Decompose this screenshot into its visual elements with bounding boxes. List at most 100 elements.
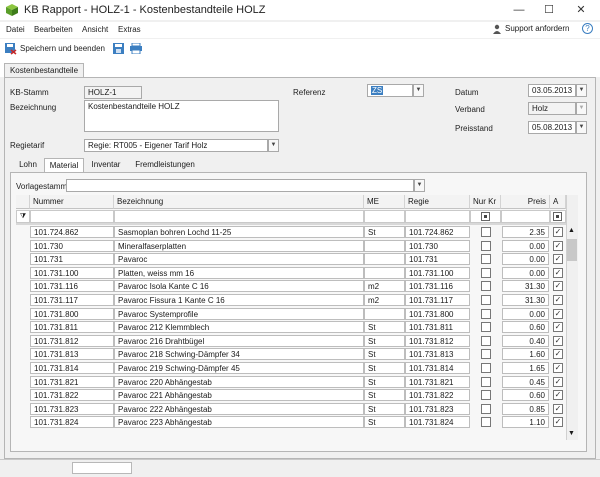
nur-kr-checkbox[interactable]	[481, 349, 491, 359]
cell-preis[interactable]: 0.60	[502, 321, 549, 333]
cell-regie[interactable]: 101.731.813	[405, 348, 470, 360]
cell-nummer[interactable]: 101.731	[30, 253, 114, 265]
cell-bezeichnung[interactable]: Pavaroc 219 Schwing-Dämpfer 45	[114, 362, 364, 374]
cell-nummer[interactable]: 101.731.116	[30, 280, 114, 292]
cell-bezeichnung[interactable]: Pavaroc 218 Schwing-Dämpfer 34	[114, 348, 364, 360]
cell-bezeichnung[interactable]: Pavaroc	[114, 253, 364, 265]
preisstand-dropdown-icon[interactable]: ▼	[576, 121, 587, 134]
print-icon[interactable]	[130, 43, 142, 54]
a-checkbox-checked[interactable]: ✓	[553, 295, 563, 305]
col-bezeichnung[interactable]: Bezeichnung	[114, 195, 364, 209]
cell-me[interactable]	[364, 253, 405, 265]
cell-regie[interactable]: 101.731.823	[405, 403, 470, 415]
cell-nummer[interactable]: 101.731.800	[30, 308, 114, 320]
a-checkbox-checked[interactable]: ✓	[553, 322, 563, 332]
filter-preis[interactable]	[501, 210, 550, 223]
cell-bezeichnung[interactable]: Pavaroc Systemprofile	[114, 308, 364, 320]
cell-nummer[interactable]: 101.731.813	[30, 348, 114, 360]
scrollbar-thumb[interactable]	[567, 239, 577, 261]
cell-regie[interactable]: 101.731.812	[405, 335, 470, 347]
help-icon[interactable]: ?	[582, 23, 593, 34]
cell-preis[interactable]: 31.30	[502, 294, 549, 306]
nur-kr-checkbox[interactable]	[481, 254, 491, 264]
save-icon[interactable]	[113, 43, 124, 54]
nur-kr-checkbox[interactable]	[481, 363, 491, 373]
cell-me[interactable]	[364, 308, 405, 320]
cell-bezeichnung[interactable]: Mineralfaserplatten	[114, 240, 364, 252]
cell-regie[interactable]: 101.731.821	[405, 376, 470, 388]
nur-kr-checkbox[interactable]	[481, 417, 491, 427]
cell-preis[interactable]: 0.00	[502, 267, 549, 279]
datum-field[interactable]: 03.05.2013	[528, 84, 576, 97]
cell-me[interactable]: m2	[364, 294, 405, 306]
cell-regie[interactable]: 101.731.814	[405, 362, 470, 374]
nur-kr-checkbox[interactable]	[481, 336, 491, 346]
cell-me[interactable]	[364, 267, 405, 279]
cell-preis[interactable]: 0.40	[502, 335, 549, 347]
nur-kr-checkbox[interactable]	[481, 241, 491, 251]
cell-me[interactable]: St	[364, 389, 405, 401]
cell-me[interactable]: St	[364, 348, 405, 360]
support-link[interactable]: Support anfordern	[505, 24, 570, 33]
cell-preis[interactable]: 31.30	[502, 280, 549, 292]
maximize-button[interactable]: ☐	[536, 2, 562, 18]
a-checkbox-checked[interactable]: ✓	[553, 336, 563, 346]
cell-preis[interactable]: 0.45	[502, 376, 549, 388]
cell-nummer[interactable]: 101.724.862	[30, 226, 114, 238]
cell-me[interactable]: St	[364, 226, 405, 238]
tab-kostenbestandteile[interactable]: Kostenbestandteile	[4, 63, 84, 78]
a-checkbox-checked[interactable]: ✓	[553, 390, 563, 400]
cell-regie[interactable]: 101.730	[405, 240, 470, 252]
filter-a[interactable]	[550, 210, 566, 223]
cell-bezeichnung[interactable]: Pavaroc 216 Drahtbügel	[114, 335, 364, 347]
cell-regie[interactable]: 101.724.862	[405, 226, 470, 238]
tab-material[interactable]: Material	[44, 158, 84, 172]
a-checkbox-checked[interactable]: ✓	[553, 254, 563, 264]
cell-regie[interactable]: 101.731.822	[405, 389, 470, 401]
cell-bezeichnung[interactable]: Pavaroc 220 Abhängestab	[114, 376, 364, 388]
cell-preis[interactable]: 0.60	[502, 389, 549, 401]
regietarif-select[interactable]: Regie: RT005 - Eigener Tarif Holz	[84, 139, 268, 152]
nur-kr-checkbox[interactable]	[481, 227, 491, 237]
cell-bezeichnung[interactable]: Pavaroc 212 Klemmblech	[114, 321, 364, 333]
cell-bezeichnung[interactable]: Platten, weiss mm 16	[114, 267, 364, 279]
cell-preis[interactable]: 0.85	[502, 403, 549, 415]
cell-me[interactable]: St	[364, 335, 405, 347]
cell-nummer[interactable]: 101.731.100	[30, 267, 114, 279]
cell-regie[interactable]: 101.731.800	[405, 308, 470, 320]
cell-regie[interactable]: 101.731.100	[405, 267, 470, 279]
cell-me[interactable]: St	[364, 416, 405, 428]
cell-regie[interactable]: 101.731.824	[405, 416, 470, 428]
cell-nummer[interactable]: 101.731.811	[30, 321, 114, 333]
cell-preis[interactable]: 1.60	[502, 348, 549, 360]
a-checkbox-checked[interactable]: ✓	[553, 241, 563, 251]
close-button[interactable]: ✕	[568, 2, 594, 18]
cell-bezeichnung[interactable]: Pavaroc Fissura 1 Kante C 16	[114, 294, 364, 306]
col-me[interactable]: ME	[364, 195, 405, 209]
minimize-button[interactable]: —	[506, 2, 532, 18]
cell-nummer[interactable]: 101.731.821	[30, 376, 114, 388]
tab-lohn[interactable]: Lohn	[12, 158, 44, 172]
cell-preis[interactable]: 0.00	[502, 240, 549, 252]
cell-nummer[interactable]: 101.731.117	[30, 294, 114, 306]
cell-nummer[interactable]: 101.731.823	[30, 403, 114, 415]
cell-me[interactable]: St	[364, 321, 405, 333]
preisstand-field[interactable]: 05.08.2013	[528, 121, 576, 134]
cell-nummer[interactable]: 101.730	[30, 240, 114, 252]
regietarif-dropdown-icon[interactable]: ▼	[268, 139, 279, 152]
cell-regie[interactable]: 101.731.811	[405, 321, 470, 333]
a-checkbox-checked[interactable]: ✓	[553, 281, 563, 291]
nur-kr-checkbox[interactable]	[481, 309, 491, 319]
save-close-button[interactable]: Speichern und beenden	[20, 44, 105, 53]
referenz-select[interactable]: ZS	[367, 84, 413, 97]
nur-kr-checkbox[interactable]	[481, 377, 491, 387]
a-checkbox-checked[interactable]: ✓	[553, 417, 563, 427]
col-regie[interactable]: Regie	[405, 195, 470, 209]
a-checkbox-checked[interactable]: ✓	[553, 309, 563, 319]
verband-select[interactable]: Holz	[528, 102, 576, 115]
nur-kr-checkbox[interactable]	[481, 295, 491, 305]
a-checkbox-checked[interactable]: ✓	[553, 404, 563, 414]
col-nummer[interactable]: Nummer	[30, 195, 114, 209]
datum-dropdown-icon[interactable]: ▼	[576, 84, 587, 97]
menu-datei[interactable]: Datei	[6, 25, 25, 34]
